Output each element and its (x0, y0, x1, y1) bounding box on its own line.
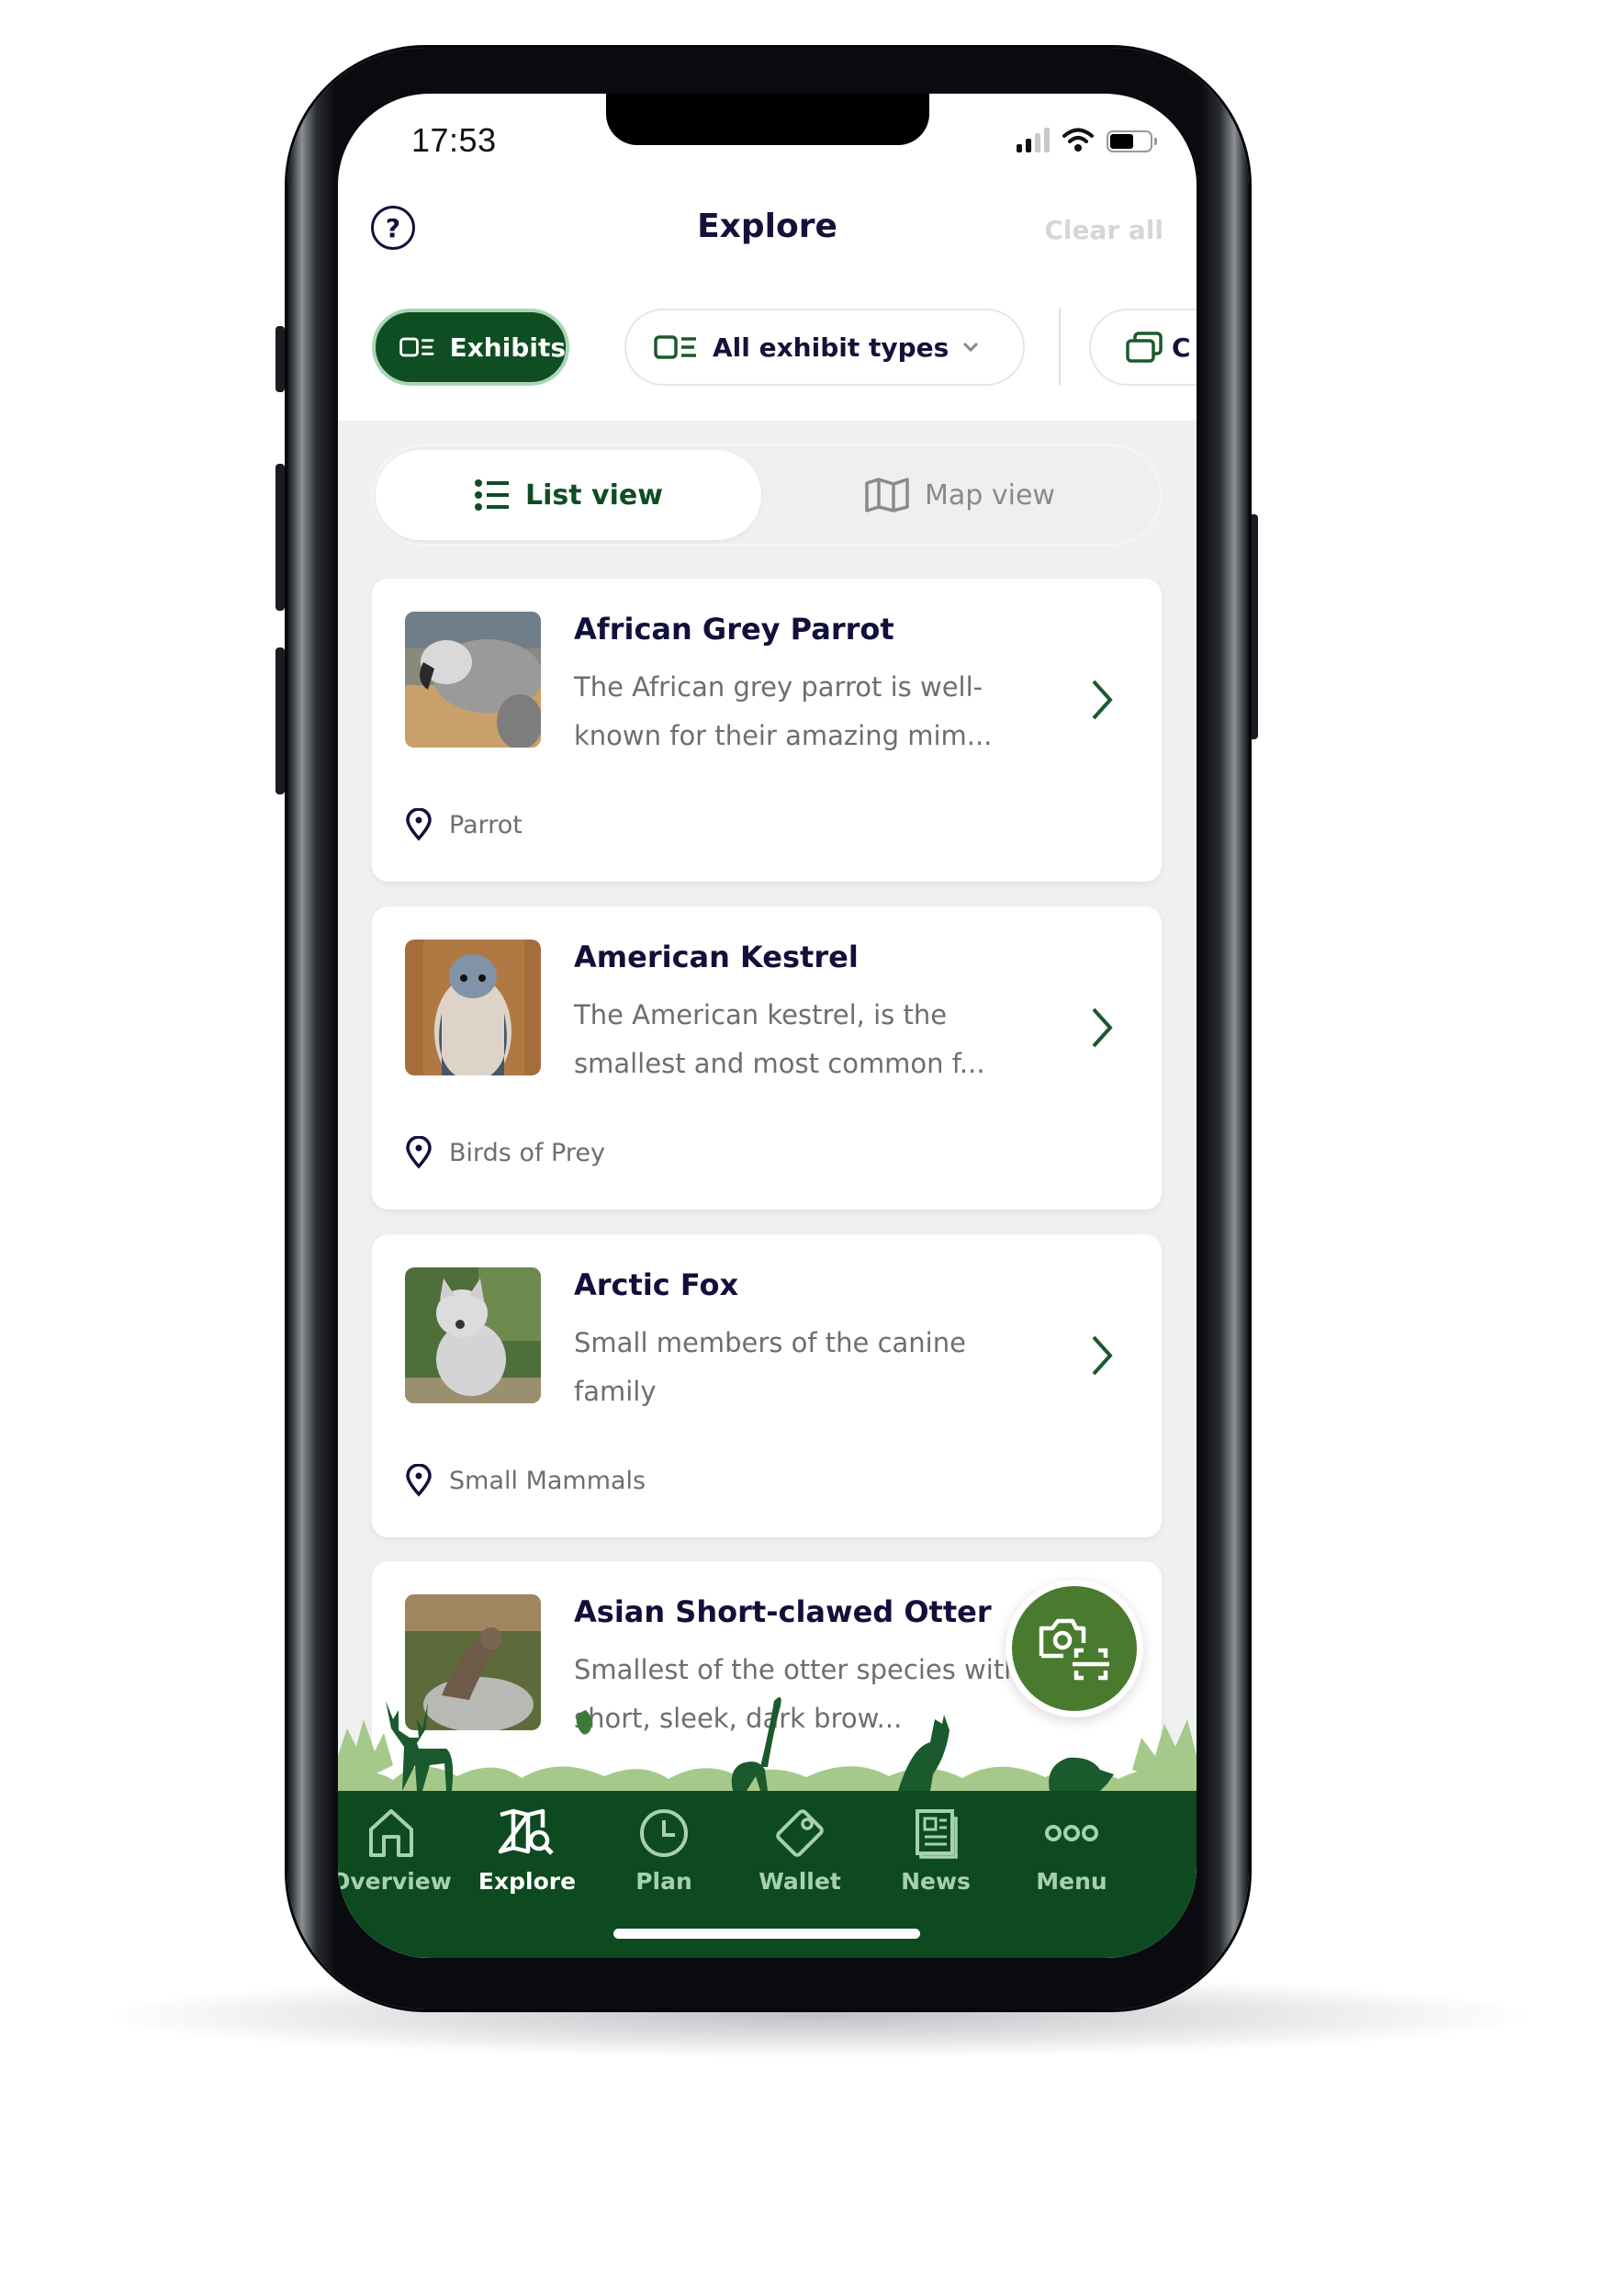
chevron-right-icon (1092, 680, 1113, 720)
exhibit-thumbnail-kestrel (405, 940, 541, 1075)
fab-inner (1012, 1586, 1137, 1711)
chevron-right-icon (1092, 1335, 1113, 1376)
exhibits-icon (654, 335, 696, 359)
map-view-tab[interactable]: Map view (767, 450, 1152, 540)
exhibit-title: Asian Short-clawed Otter (574, 1594, 992, 1629)
exhibit-title: Arctic Fox (574, 1267, 739, 1302)
phone-screen: 17:53 ? Explore Clear all Exhibits All e… (338, 94, 1197, 1958)
wifi-icon (1062, 128, 1094, 152)
location-label: Small Mammals (449, 1466, 646, 1495)
chip-divider (1059, 309, 1061, 386)
chip-label: Exhibits (449, 332, 566, 363)
filter-chips: Exhibits All exhibit types C (338, 309, 1197, 389)
chip-collections[interactable]: C (1089, 309, 1197, 386)
location-label: Parrot (449, 810, 523, 839)
location-pin-icon (406, 1464, 432, 1497)
exhibit-thumbnail-arctic-fox (405, 1267, 541, 1403)
map-view-label: Map view (925, 478, 1055, 512)
notch (606, 94, 929, 145)
home-icon (369, 1809, 413, 1857)
power-button (1249, 514, 1258, 739)
location-label: Birds of Prey (449, 1138, 605, 1167)
battery-icon (1107, 130, 1157, 152)
clear-all-button[interactable]: Clear all (1044, 215, 1163, 245)
map-icon (865, 478, 909, 512)
chevron-right-icon (1092, 1007, 1113, 1048)
list-view-label: List view (525, 478, 663, 512)
exhibit-description: The African grey parrot is well-known fo… (574, 671, 993, 751)
chevron-down-icon (963, 342, 979, 353)
status-icons (1017, 127, 1157, 152)
chip-label: All exhibit types (713, 332, 950, 363)
bottom-navigation: Overview Explore Plan Wallet News Menu (338, 1791, 1197, 1958)
camera-scan-button[interactable] (1006, 1580, 1143, 1717)
exhibit-title: American Kestrel (574, 940, 859, 974)
home-indicator[interactable] (613, 1929, 920, 1939)
nav-plan[interactable]: Plan (595, 1807, 733, 1895)
list-icon (475, 479, 510, 511)
exhibit-description: The American kestrel, is the smallest an… (574, 999, 985, 1079)
exhibit-title: African Grey Parrot (574, 612, 894, 647)
list-view-tab[interactable]: List view (376, 450, 761, 540)
nav-label: Plan (635, 1868, 692, 1895)
exhibits-icon (399, 337, 434, 357)
map-search-icon (498, 1808, 554, 1855)
volume-up-button (275, 464, 285, 611)
signal-icon (1017, 128, 1050, 152)
wallet-icon (776, 1809, 824, 1857)
exhibit-location: Parrot (405, 808, 523, 841)
exhibit-card[interactable]: American Kestrel The American kestrel, i… (372, 906, 1162, 1210)
chip-exhibits[interactable]: Exhibits (372, 309, 569, 386)
chip-label: C (1172, 332, 1191, 363)
camera-scan-icon (1039, 1618, 1109, 1681)
nav-wallet[interactable]: Wallet (731, 1807, 869, 1895)
header: ? Explore Clear all (338, 195, 1197, 259)
exhibit-description: Small members of the canine family (574, 1327, 966, 1407)
collections-icon (1126, 332, 1163, 363)
newspaper-icon (916, 1809, 958, 1859)
exhibit-location: Birds of Prey (405, 1136, 605, 1169)
more-icon (1045, 1825, 1098, 1841)
nav-label: Explore (478, 1868, 577, 1895)
clock-icon (640, 1809, 688, 1857)
location-pin-icon (406, 808, 432, 841)
mute-switch (275, 326, 285, 392)
nav-overview[interactable]: Overview (338, 1807, 460, 1895)
view-toggle: List view Map view (372, 445, 1162, 546)
nav-label: News (901, 1868, 971, 1895)
status-time: 17:53 (411, 121, 497, 159)
exhibit-card[interactable]: Arctic Fox Small members of the canine f… (372, 1234, 1162, 1537)
volume-down-button (275, 647, 285, 794)
exhibit-location: Small Mammals (405, 1464, 646, 1497)
nav-label: Wallet (759, 1868, 841, 1895)
nav-news[interactable]: News (867, 1807, 1005, 1895)
exhibit-card[interactable]: African Grey Parrot The African grey par… (372, 579, 1162, 882)
location-pin-icon (406, 1136, 432, 1169)
nav-label: Menu (1036, 1868, 1107, 1895)
nav-menu[interactable]: Menu (1003, 1807, 1141, 1895)
exhibit-thumbnail-parrot (405, 612, 541, 748)
nav-explore[interactable]: Explore (458, 1807, 596, 1895)
chip-exhibit-types-dropdown[interactable]: All exhibit types (624, 309, 1025, 386)
nav-label: Overview (338, 1868, 452, 1895)
